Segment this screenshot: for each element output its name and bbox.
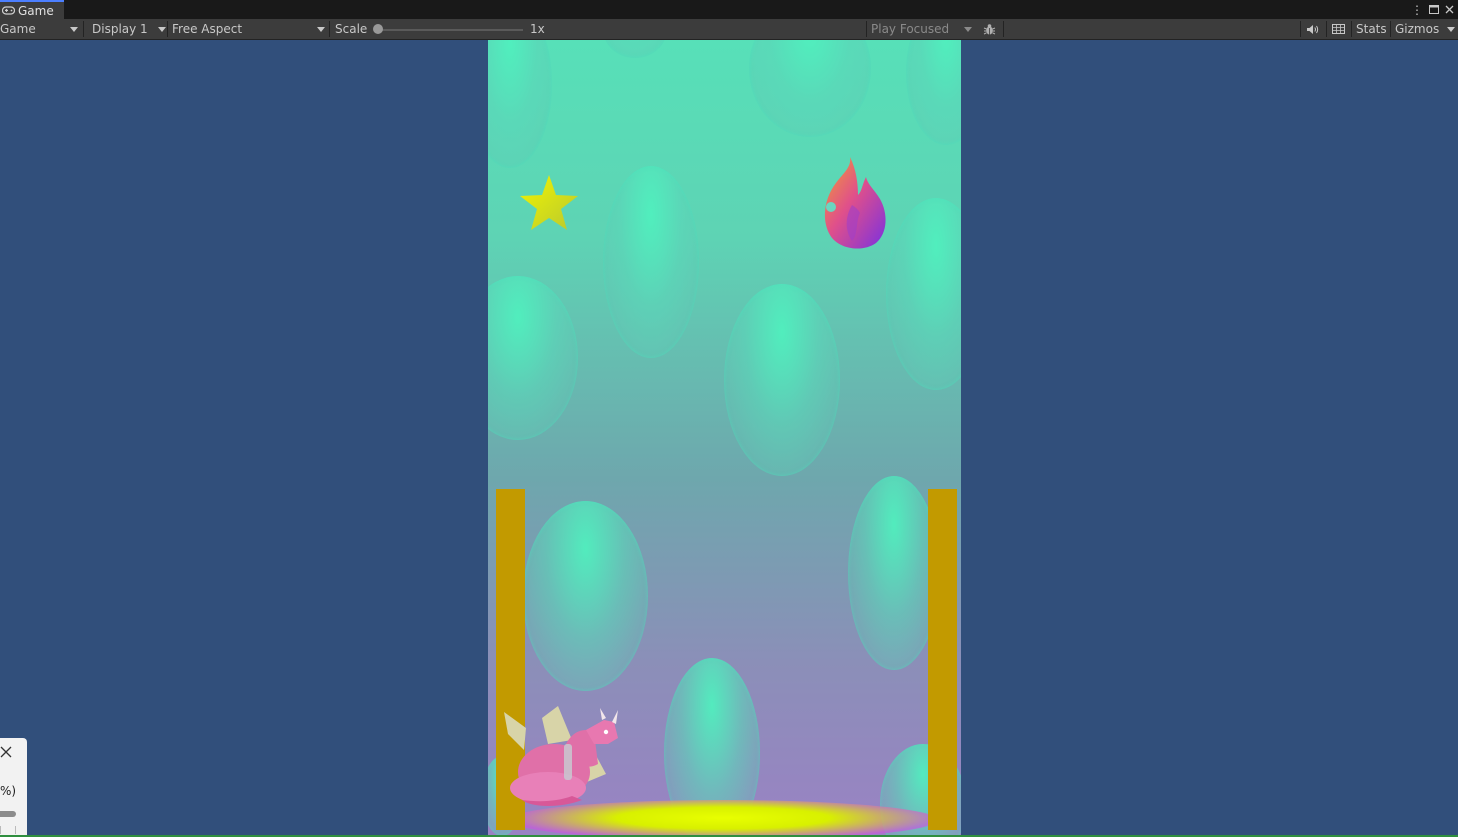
background-bubble xyxy=(848,476,940,670)
chevron-down-icon xyxy=(158,27,166,32)
gamepad-icon xyxy=(2,6,15,15)
dragon-player[interactable] xyxy=(502,704,624,808)
divider xyxy=(167,21,168,37)
gizmos-label: Gizmos xyxy=(1395,22,1440,36)
chevron-down-icon xyxy=(964,27,972,32)
aspect-label: Free Aspect xyxy=(172,22,243,36)
maximize-icon[interactable] xyxy=(1429,4,1439,16)
display-dropdown[interactable]: Display 1 xyxy=(92,19,166,39)
divider xyxy=(1390,21,1391,37)
panel-grip xyxy=(0,826,16,834)
background-bubble xyxy=(749,40,871,137)
panel-percent-text: %) xyxy=(0,784,17,798)
speaker-icon[interactable] xyxy=(1306,19,1319,39)
aspect-dropdown[interactable]: Free Aspect xyxy=(172,19,329,39)
close-icon[interactable] xyxy=(1445,4,1454,16)
divider xyxy=(329,21,330,37)
grid-icon[interactable] xyxy=(1332,19,1345,39)
background-bubble xyxy=(603,40,667,58)
view-mode-label: Game xyxy=(0,22,36,36)
background-bubble xyxy=(724,284,840,476)
tab-label: Game xyxy=(18,3,54,18)
window-titlebar: Game ⋮ xyxy=(0,0,1458,19)
view-mode-dropdown[interactable]: Game xyxy=(0,19,82,39)
divider xyxy=(1003,21,1004,37)
divider xyxy=(83,21,84,37)
gizmos-dropdown[interactable]: Gizmos xyxy=(1395,19,1458,39)
divider xyxy=(1326,21,1327,37)
side-panel: %) xyxy=(0,738,27,837)
play-mode-label: Play Focused xyxy=(871,22,950,36)
background-bubble xyxy=(906,40,961,145)
background-bubble xyxy=(886,198,961,390)
scale-slider-handle[interactable] xyxy=(373,24,383,34)
panel-progress-bar xyxy=(0,811,16,817)
window-controls: ⋮ xyxy=(1411,0,1454,19)
chevron-down-icon xyxy=(70,27,78,32)
scale-label: Scale xyxy=(335,22,368,36)
display-label: Display 1 xyxy=(92,22,148,36)
scale-slider-track[interactable] xyxy=(378,29,523,31)
kebab-menu-icon[interactable]: ⋮ xyxy=(1411,4,1423,16)
background-bubble xyxy=(603,166,699,358)
flame-pickup[interactable] xyxy=(822,155,888,253)
game-view-toolbar: Game Display 1 Free Aspect Scale 1x Play… xyxy=(0,19,1458,40)
stats-button[interactable]: Stats xyxy=(1356,19,1387,39)
background-bubble xyxy=(488,40,552,168)
background-bubble xyxy=(523,501,648,691)
chevron-down-icon xyxy=(1447,27,1455,32)
chevron-down-icon xyxy=(317,27,325,32)
play-mode-dropdown[interactable]: Play Focused xyxy=(871,19,976,39)
divider xyxy=(1300,21,1301,37)
star-pickup[interactable] xyxy=(518,173,580,233)
divider xyxy=(866,21,867,37)
divider xyxy=(1351,21,1352,37)
background-bubble xyxy=(488,276,578,440)
close-icon[interactable] xyxy=(0,746,12,761)
right-pillar xyxy=(928,489,957,830)
game-viewport[interactable] xyxy=(488,40,961,837)
scale-value: 1x xyxy=(530,22,545,36)
bug-icon[interactable] xyxy=(983,19,996,39)
tab-game[interactable]: Game xyxy=(0,0,64,19)
